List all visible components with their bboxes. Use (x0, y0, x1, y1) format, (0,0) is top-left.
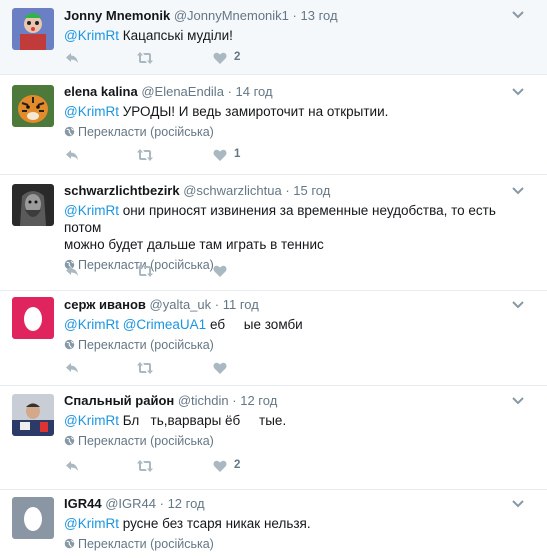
timestamp[interactable]: 11 год (223, 297, 259, 312)
timestamp[interactable]: 15 год (293, 183, 330, 198)
tweet-text: @KrimRt УРОДЫ! И ведь замироточит на отк… (64, 103, 535, 120)
tweet-body: Кацапські муділи! (122, 28, 233, 43)
retweet-icon[interactable] (136, 263, 154, 279)
reply-icon[interactable] (64, 360, 80, 376)
reply-icon[interactable] (64, 147, 80, 163)
tweet-body-line-2: можно будет дальше там играть в теннис (64, 237, 324, 252)
author-name[interactable]: серж иванов (64, 297, 146, 312)
author-handle[interactable]: @yalta_uk (150, 297, 212, 312)
chevron-down-icon[interactable] (511, 300, 525, 310)
tweet[interactable]: серж иванов @yalta_uk · 11 год @KrimRt @… (0, 291, 547, 386)
mention-link[interactable]: @CrimeaUA1 (123, 317, 206, 332)
author-handle[interactable]: @JonnyMnemonik1 (174, 8, 289, 23)
chevron-down-icon[interactable] (511, 186, 525, 196)
avatar[interactable] (12, 297, 54, 339)
like-icon[interactable] (212, 263, 228, 279)
retweet-icon[interactable] (136, 458, 154, 474)
retweet-icon[interactable] (136, 50, 154, 66)
tweet-body: они приносят извинения за временные неуд… (64, 203, 496, 235)
globe-icon (64, 339, 75, 350)
author-name[interactable]: Jonny Mnemonik (64, 8, 170, 23)
tweet-text: @KrimRt @CrimeaUA1 еб ые зомби (64, 316, 535, 333)
avatar[interactable] (12, 85, 54, 127)
mention-link[interactable]: @KrimRt (64, 317, 119, 332)
tweet[interactable]: Спальный район @tichdin · 12 год @KrimRt… (0, 386, 547, 490)
tweet[interactable]: Jonny Mnemonik @JonnyMnemonik1 · 13 год … (0, 0, 547, 75)
tweet-body: еб ые зомби (209, 317, 303, 332)
retweet-icon[interactable] (136, 360, 154, 376)
avatar[interactable] (12, 497, 54, 539)
chevron-down-icon[interactable] (511, 499, 525, 509)
avatar[interactable] (12, 184, 54, 226)
tweet-feed: Jonny Mnemonik @JonnyMnemonik1 · 13 год … (0, 0, 547, 558)
globe-icon (64, 126, 75, 137)
reply-icon[interactable] (64, 50, 80, 66)
tweet-text: @KrimRt Бл ть,варвары ёб тые. (64, 412, 535, 429)
separator: · (227, 84, 232, 99)
timestamp[interactable]: 12 год (168, 496, 205, 511)
like-icon[interactable] (212, 50, 228, 66)
mention-link[interactable]: @KrimRt (64, 203, 119, 218)
translate-label: Перекласти (російська) (78, 125, 214, 139)
mention-link[interactable]: @KrimRt (64, 413, 119, 428)
timestamp[interactable]: 14 год (236, 84, 273, 99)
translate-label: Перекласти (російська) (78, 338, 214, 352)
translate-link[interactable]: Перекласти (російська) (64, 337, 535, 353)
chevron-down-icon[interactable] (511, 10, 525, 20)
timestamp[interactable]: 13 год (301, 8, 338, 23)
globe-icon (64, 435, 75, 446)
like-icon[interactable] (212, 147, 228, 163)
reply-icon[interactable] (64, 263, 80, 279)
tweet-text: @KrimRt русне без тсаря никак нельзя. (64, 515, 535, 532)
like-count: 2 (234, 459, 241, 471)
mention-link[interactable]: @KrimRt (64, 104, 119, 119)
tweet[interactable]: schwarzlichtbezirk @schwarzlichtua · 15 … (0, 175, 547, 291)
author-name[interactable]: elena kalina (64, 84, 138, 99)
translate-link[interactable]: Перекласти (російська) (64, 124, 535, 140)
author-handle[interactable]: @tichdin (178, 393, 229, 408)
separator: · (214, 297, 220, 312)
like-count: 2 (234, 51, 241, 63)
translate-label: Перекласти (російська) (78, 434, 214, 448)
translate-link[interactable]: Перекласти (російська) (64, 536, 535, 552)
mention-link[interactable]: @KrimRt (64, 516, 119, 531)
author-name[interactable]: Спальный район (64, 393, 174, 408)
tweet-body: УРОДЫ! И ведь замироточит на открытии. (122, 104, 389, 119)
chevron-down-icon[interactable] (511, 87, 525, 97)
tweet-body: Бл ть,варвары ёб тые. (122, 413, 287, 428)
translate-label: Перекласти (російська) (78, 537, 214, 551)
author-handle[interactable]: @schwarzlichtua (183, 183, 281, 198)
reply-icon[interactable] (64, 458, 80, 474)
separator: · (292, 8, 297, 23)
author-name[interactable]: IGR44 (64, 496, 102, 511)
retweet-icon[interactable] (136, 147, 154, 163)
author-handle[interactable]: @ElenaEndila (141, 84, 224, 99)
separator: · (159, 496, 164, 511)
like-icon[interactable] (212, 360, 228, 376)
avatar[interactable] (12, 394, 54, 436)
like-icon[interactable] (212, 458, 228, 474)
translate-link[interactable]: Перекласти (російська) (64, 433, 535, 449)
chevron-down-icon[interactable] (511, 396, 525, 406)
timestamp[interactable]: 12 год (240, 393, 277, 408)
tweet-text: @KrimRt они приносят извинения за времен… (64, 202, 535, 253)
tweet-body: русне без тсаря никак нельзя. (122, 516, 311, 531)
avatar[interactable] (12, 8, 54, 50)
like-count: 1 (234, 148, 241, 160)
author-name[interactable]: schwarzlichtbezirk (64, 183, 180, 198)
globe-icon (64, 538, 75, 549)
separator: · (285, 183, 290, 198)
mention-link[interactable]: @KrimRt (64, 28, 119, 43)
tweet[interactable]: elena kalina @ElenaEndila · 14 год @Krim… (0, 75, 547, 175)
translate-link[interactable]: Перекласти (російська) (64, 257, 535, 273)
tweet-text: @KrimRt Кацапські муділи! (64, 27, 535, 44)
separator: · (232, 393, 237, 408)
author-handle[interactable]: @IGR44 (105, 496, 156, 511)
tweet[interactable]: IGR44 @IGR44 · 12 год @KrimRt русне без … (0, 490, 547, 558)
